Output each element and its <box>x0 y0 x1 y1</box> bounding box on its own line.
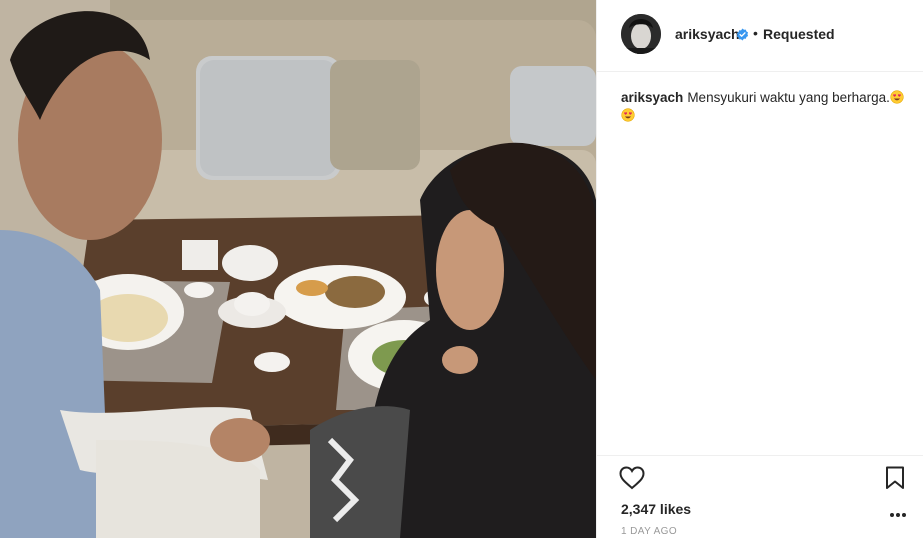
verified-badge-icon <box>736 28 749 41</box>
heart-icon[interactable] <box>619 466 645 490</box>
follow-requested-button[interactable]: Requested <box>763 26 835 42</box>
username-link[interactable]: ariksyach <box>675 26 740 42</box>
heart-eyes-emoji-icon <box>621 108 635 122</box>
caption-username-link[interactable]: ariksyach <box>621 90 683 105</box>
post-caption: ariksyach Mensyukuri waktu yang berharga. <box>621 89 911 125</box>
heart-eyes-emoji-icon <box>890 90 904 104</box>
post-actions: 2,347 likes 1 DAY AGO <box>597 455 923 538</box>
separator-dot: • <box>753 25 758 41</box>
post-details-panel: ariksyach • Requested ariksyach Mensyukur… <box>596 0 923 538</box>
post-photo[interactable] <box>0 0 596 538</box>
avatar[interactable] <box>621 14 661 54</box>
caption-text: Mensyukuri waktu yang berharga. <box>687 90 890 105</box>
likes-count[interactable]: 2,347 likes <box>621 501 691 517</box>
profile-photo-icon <box>621 14 661 54</box>
bookmark-icon[interactable] <box>885 466 905 490</box>
post-timestamp[interactable]: 1 DAY AGO <box>621 526 677 537</box>
more-options-icon[interactable] <box>889 512 907 518</box>
post-header: ariksyach • Requested <box>597 0 923 72</box>
